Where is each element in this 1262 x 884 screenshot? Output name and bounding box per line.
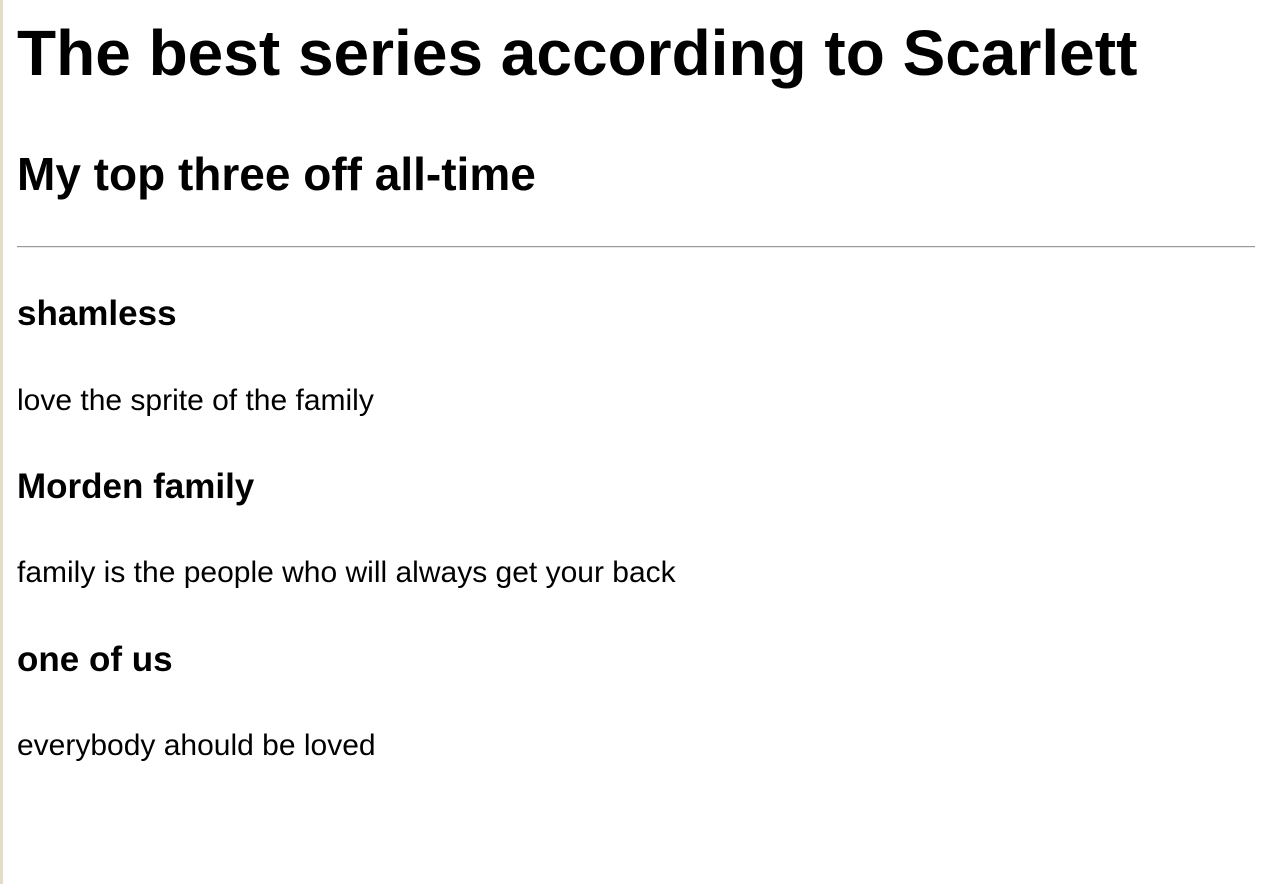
page-subtitle: My top three off all-time (17, 148, 536, 200)
series-title: Morden family (17, 467, 255, 506)
series-description: everybody ahould be loved (17, 729, 376, 762)
series-description: love the sprite of the family (17, 384, 374, 417)
series-description: family is the people who will always get… (17, 556, 676, 589)
series-title: one of us (17, 640, 173, 679)
page-title: The best series according to Scarlett (17, 17, 1138, 89)
series-title: shamless (17, 294, 177, 333)
divider (17, 246, 1255, 248)
left-border (0, 0, 3, 884)
